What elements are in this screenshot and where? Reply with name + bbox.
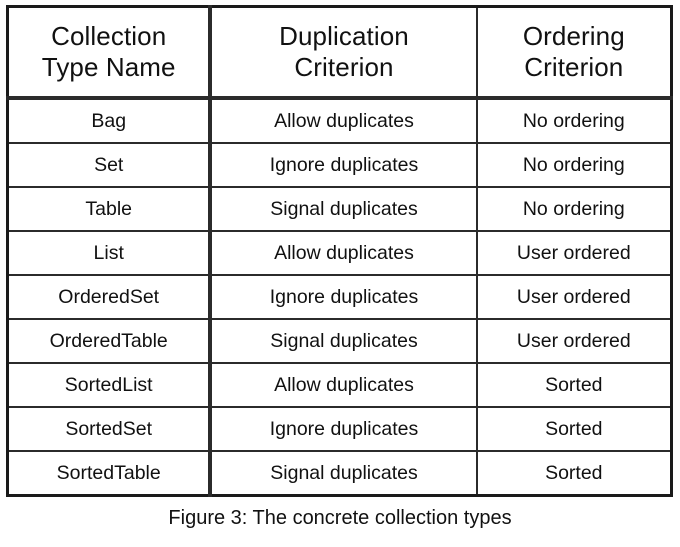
cell-collection-type-name: OrderedTable (7, 318, 213, 363)
cell-duplication-criterion: Ignore duplicates (210, 406, 478, 451)
table-row: SortedSet Ignore duplicates Sorted (7, 406, 672, 451)
cell-duplication-criterion: Ignore duplicates (210, 142, 478, 187)
cell-collection-type-name: SortedList (7, 362, 213, 407)
cell-collection-type-name: Bag (7, 98, 213, 143)
figure-container: Collection Type Name Duplication Criteri… (0, 0, 680, 547)
table-row: OrderedSet Ignore duplicates User ordere… (7, 274, 672, 319)
cell-ordering-criterion: No ordering (476, 186, 672, 231)
table-header-row: Collection Type Name Duplication Criteri… (7, 6, 672, 100)
column-header-ordering-criterion: Ordering Criterion (476, 6, 672, 100)
cell-collection-type-name: SortedSet (7, 406, 213, 451)
cell-duplication-criterion: Allow duplicates (210, 98, 478, 143)
table-header: Collection Type Name Duplication Criteri… (7, 6, 672, 100)
cell-collection-type-name: Table (7, 186, 213, 231)
cell-ordering-criterion: No ordering (476, 98, 672, 143)
cell-duplication-criterion: Signal duplicates (210, 450, 478, 496)
collection-types-table: Collection Type Name Duplication Criteri… (6, 5, 673, 497)
column-header-line-1: Duplication (279, 21, 409, 52)
cell-ordering-criterion: User ordered (476, 318, 672, 363)
column-header-line-2: Type Name (41, 52, 176, 82)
cell-collection-type-name: OrderedSet (7, 274, 213, 319)
table-row: Table Signal duplicates No ordering (7, 186, 672, 231)
column-header-collection-type-name: Collection Type Name (7, 6, 213, 100)
column-header-duplication-criterion: Duplication Criterion (210, 6, 478, 100)
table-row: Bag Allow duplicates No ordering (7, 98, 672, 143)
cell-duplication-criterion: Allow duplicates (210, 362, 478, 407)
cell-duplication-criterion: Allow duplicates (210, 230, 478, 275)
cell-duplication-criterion: Ignore duplicates (210, 274, 478, 319)
cell-collection-type-name: Set (7, 142, 213, 187)
cell-ordering-criterion: No ordering (476, 142, 672, 187)
column-header-line-1: Collection (51, 21, 167, 52)
table-row: Set Ignore duplicates No ordering (7, 142, 672, 187)
figure-caption: Figure 3: The concrete collection types (168, 507, 512, 529)
cell-ordering-criterion: Sorted (476, 450, 672, 496)
cell-ordering-criterion: Sorted (476, 362, 672, 407)
table-row: List Allow duplicates User ordered (7, 230, 672, 275)
column-header-line-1: Ordering (522, 21, 625, 52)
cell-duplication-criterion: Signal duplicates (210, 186, 478, 231)
cell-ordering-criterion: User ordered (476, 274, 672, 319)
cell-ordering-criterion: User ordered (476, 230, 672, 275)
cell-collection-type-name: List (7, 230, 213, 275)
table-body: Bag Allow duplicates No ordering Set Ign… (7, 98, 672, 496)
table-row: SortedTable Signal duplicates Sorted (7, 450, 672, 496)
table-row: SortedList Allow duplicates Sorted (7, 362, 672, 407)
column-header-line-2: Criterion (294, 52, 394, 82)
cell-ordering-criterion: Sorted (476, 406, 672, 451)
table-row: OrderedTable Signal duplicates User orde… (7, 318, 672, 363)
cell-collection-type-name: SortedTable (7, 450, 213, 496)
column-header-line-2: Criterion (524, 52, 624, 82)
cell-duplication-criterion: Signal duplicates (210, 318, 478, 363)
